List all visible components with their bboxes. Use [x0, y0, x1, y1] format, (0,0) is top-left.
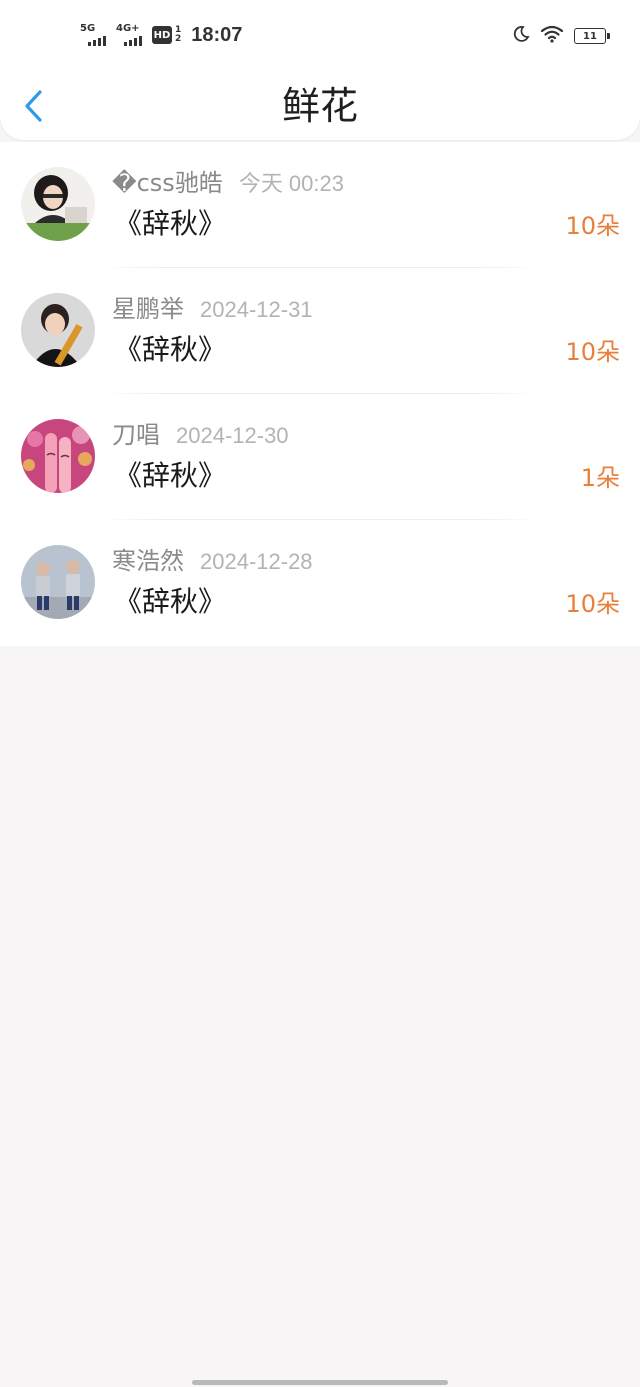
network-5g-label: 5G	[80, 23, 96, 34]
list-item[interactable]: 刀唱 2024-12-30 《辞秋》 1朵	[0, 394, 640, 520]
home-indicator[interactable]	[192, 1380, 448, 1385]
network-4g-label: 4G+	[116, 23, 140, 34]
status-left: 5G 4G+ HD 1 2 18:07	[80, 22, 242, 48]
flower-count: 10朵	[565, 590, 620, 618]
signal-5g-icon: 5G	[80, 24, 110, 46]
flower-count: 10朵	[565, 338, 620, 366]
sender-name-text: �css驰皓	[112, 169, 223, 197]
sent-date: 今天 00:23	[238, 171, 344, 196]
status-time: 18:07	[191, 23, 243, 46]
avatar[interactable]	[21, 167, 95, 241]
list-item[interactable]: 星鹏举 2024-12-31 《辞秋》 10朵	[0, 268, 640, 394]
hd-sim-indicator: 1 2	[175, 26, 181, 44]
status-right: 11	[512, 24, 610, 48]
list-item[interactable]: 寒浩然 2024-12-28 《辞秋》 10朵	[0, 520, 640, 646]
page: 5G 4G+ HD 1 2 18:07 11 鲜花 �css驰皓 今天 00:2…	[0, 0, 640, 1387]
sender-name: 刀唱 2024-12-30	[112, 418, 289, 453]
header-card: 5G 4G+ HD 1 2 18:07 11 鲜花	[0, 0, 640, 140]
sender-name: �css驰皓 今天 00:23	[112, 166, 344, 201]
gift-title: 《辞秋》	[114, 585, 227, 618]
hd-icon: HD	[152, 26, 172, 44]
sender-name: 寒浩然 2024-12-28	[112, 544, 313, 579]
status-bar: 5G 4G+ HD 1 2 18:07 11	[0, 0, 640, 70]
sent-date: 2024-12-31	[200, 297, 313, 322]
sender-name-text: 刀唱	[112, 421, 160, 449]
flower-count: 1朵	[580, 464, 620, 492]
hd-sim-bottom: 2	[175, 34, 182, 44]
avatar[interactable]	[21, 293, 95, 367]
page-title: 鲜花	[281, 84, 358, 128]
avatar[interactable]	[21, 545, 95, 619]
moon-icon	[512, 25, 530, 47]
battery-level: 11	[583, 30, 597, 42]
list-item[interactable]: �css驰皓 今天 00:23 《辞秋》 10朵	[0, 142, 640, 268]
signal-4g-icon: 4G+	[116, 24, 146, 46]
gift-title: 《辞秋》	[114, 333, 227, 366]
flower-count: 10朵	[565, 212, 620, 240]
wifi-icon	[540, 25, 564, 47]
sender-name-text: 星鹏举	[112, 295, 184, 323]
sender-name-text: 寒浩然	[112, 547, 184, 575]
gift-title: 《辞秋》	[114, 207, 227, 240]
sent-date: 2024-12-30	[176, 423, 289, 448]
battery-icon: 11	[574, 28, 610, 44]
sent-date: 2024-12-28	[200, 549, 313, 574]
hd-label: HD	[153, 29, 171, 41]
avatar[interactable]	[21, 419, 95, 493]
sender-name: 星鹏举 2024-12-31	[112, 292, 313, 327]
flower-list: �css驰皓 今天 00:23 《辞秋》 10朵 星鹏举 2024-12-31 《辞…	[0, 142, 640, 646]
gift-title: 《辞秋》	[114, 459, 227, 492]
